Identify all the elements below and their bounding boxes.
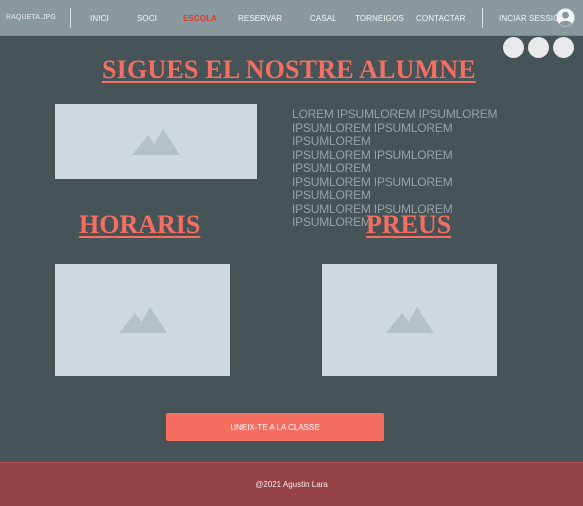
- image-icon: [118, 307, 167, 333]
- horaris-heading: HORARIS: [79, 210, 201, 239]
- footer: @2021 Agustin Lara: [0, 462, 583, 506]
- lorem-line: LOREM IPSUMLOREM IPSUMLOREM: [292, 107, 498, 121]
- nav-divider: [482, 8, 483, 28]
- page-title: SIGUES EL NOSTRE ALUMNE: [102, 55, 476, 84]
- horaris-image-placeholder: [55, 264, 230, 376]
- nav-item-casal[interactable]: CASAL: [310, 14, 337, 23]
- image-icon: [385, 307, 434, 333]
- logo-text[interactable]: RAQUETA.JPG: [6, 14, 56, 21]
- top-nav-bar: RAQUETA.JPG INICI SOCI ESCOLA RESERVAR C…: [0, 0, 583, 36]
- nav-item-soci[interactable]: SOCI: [137, 14, 157, 23]
- nav-item-torneigos[interactable]: TORNEIGOS: [355, 14, 404, 23]
- image-placeholder: [55, 104, 257, 179]
- lorem-line: IPSUMLOREM IPSUMLOREM IPSUMLOREM: [292, 147, 453, 175]
- social-icon[interactable]: [503, 37, 524, 58]
- lorem-line: IPSUMLOREM IPSUMLOREM IPSUMLOREM: [292, 120, 453, 148]
- footer-copyright: @2021 Agustin Lara: [255, 480, 328, 489]
- join-class-button[interactable]: UNEIX-TE A LA CLASSE: [166, 413, 384, 441]
- nav-item-inici[interactable]: INICI: [90, 14, 109, 23]
- login-link[interactable]: INCIAR SESSIÓ: [499, 14, 559, 23]
- lorem-line: IPSUMLOREM IPSUMLOREM IPSUMLOREM: [292, 174, 453, 202]
- preus-heading: PREUS: [366, 210, 452, 239]
- social-icon[interactable]: [553, 37, 574, 58]
- nav-item-reservar[interactable]: RESERVAR: [238, 14, 282, 23]
- social-icon[interactable]: [528, 37, 549, 58]
- preus-image-placeholder: [322, 264, 497, 376]
- nav-item-escola[interactable]: ESCOLA: [183, 14, 217, 23]
- user-icon[interactable]: [556, 8, 575, 27]
- image-icon: [132, 128, 180, 155]
- nav-divider: [70, 8, 71, 28]
- nav-item-contactar[interactable]: CONTACTAR: [416, 14, 466, 23]
